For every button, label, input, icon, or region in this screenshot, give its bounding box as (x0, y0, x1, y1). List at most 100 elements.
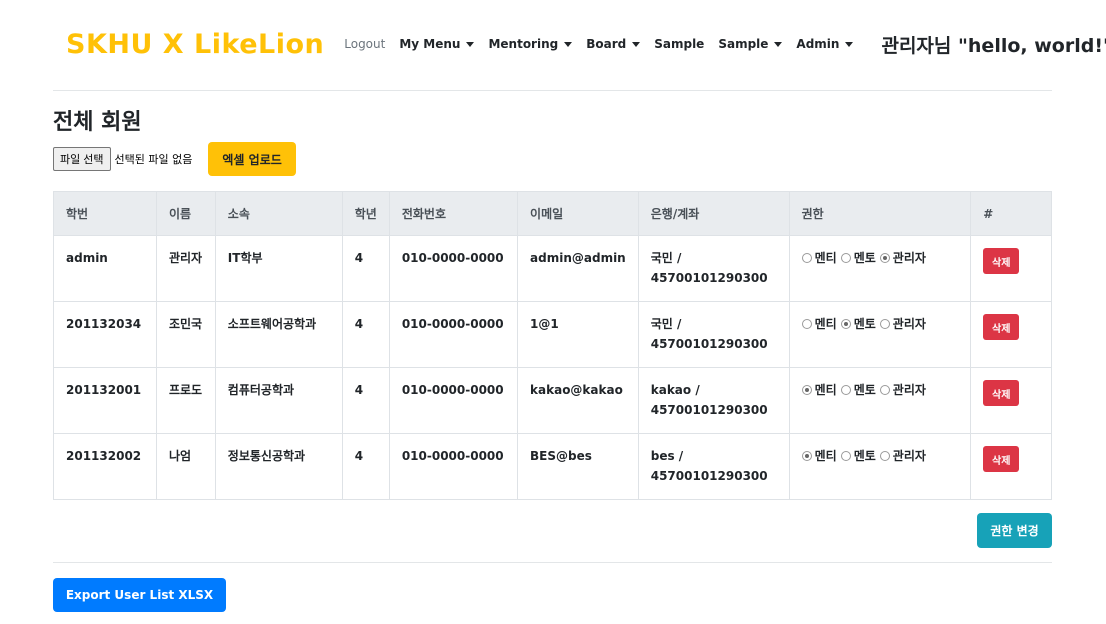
nav-admin-dropdown[interactable]: Admin (796, 37, 854, 51)
table-row: admin 관리자 IT학부 4 010-0000-0000 admin@admin 국민 … (53, 235, 1052, 302)
cell-grade: 4 (341, 301, 390, 368)
cell-actions: 삭제 (970, 367, 1052, 434)
table-row: 201132002 나엄 정보통신공학과 4 010-0000-0000 BES@bes b… (53, 433, 1052, 500)
cell-department: 소프트웨어공학과 (214, 301, 343, 368)
nav-board-dropdown[interactable]: Board (586, 37, 641, 51)
cell-bank-account: bes / 45700101290300 (637, 433, 790, 500)
account-number: 45700101290300 (650, 337, 768, 351)
radio-button[interactable] (879, 253, 890, 263)
delete-button[interactable]: 삭제 (983, 380, 1020, 406)
table-header-row: 학번 이름 소속 학년 전화번호 이메일 은행/계좌 권한 # (53, 191, 1052, 236)
cell-role: 멘티 멘토 관리자 (788, 367, 972, 434)
role-radio-group: 멘티 멘토 관리자 (801, 248, 959, 268)
page-title: 전체 회원 (53, 110, 142, 135)
role-option-mentor[interactable]: 멘토 (840, 446, 876, 466)
nav-mentoring-dropdown[interactable]: Mentoring (488, 37, 573, 51)
delete-button[interactable]: 삭제 (983, 446, 1020, 472)
export-xlsx-button[interactable]: Export User List XLSX (53, 578, 226, 612)
delete-button[interactable]: 삭제 (983, 314, 1020, 340)
radio-label: 멘토 (853, 317, 876, 331)
radio-button[interactable] (840, 451, 851, 461)
cell-grade: 4 (341, 235, 390, 302)
cell-name: 프로도 (155, 367, 216, 434)
brand-logo[interactable]: SKHU X LikeLion (66, 29, 324, 60)
nav-board-label: Board (586, 37, 627, 51)
navbar: SKHU X LikeLion Logout My Menu Mentoring… (66, 22, 1106, 66)
radio-button[interactable] (840, 253, 851, 263)
radio-button[interactable] (801, 385, 812, 395)
radio-button[interactable] (879, 385, 890, 395)
radio-button[interactable] (879, 319, 890, 329)
radio-button[interactable] (801, 253, 812, 263)
role-option-mentee[interactable]: 멘티 (801, 314, 837, 334)
cell-email: 1@1 (517, 301, 639, 368)
radio-button[interactable] (801, 319, 812, 329)
header-role: 권한 (788, 191, 972, 236)
nav-sample-link[interactable]: Sample (654, 37, 704, 51)
role-radio-group: 멘티 멘토 관리자 (801, 314, 959, 334)
cell-actions: 삭제 (970, 301, 1052, 368)
cell-name: 나엄 (155, 433, 216, 500)
cell-name: 조민국 (155, 301, 216, 368)
role-option-admin[interactable]: 관리자 (879, 446, 926, 466)
cell-bank-account: 국민 / 45700101290300 (637, 301, 790, 368)
radio-button[interactable] (840, 385, 851, 395)
nav-sample-dropdown[interactable]: Sample (718, 37, 783, 51)
nav-logout-link[interactable]: Logout (344, 37, 385, 51)
header-department: 소속 (214, 191, 343, 236)
users-table: 학번 이름 소속 학년 전화번호 이메일 은행/계좌 권한 # admin 관리자… (53, 191, 1052, 500)
cell-actions: 삭제 (970, 235, 1052, 302)
radio-label: 멘토 (853, 251, 876, 265)
cell-student-id: 201132002 (53, 433, 157, 500)
role-radio-group: 멘티 멘토 관리자 (801, 380, 959, 400)
radio-button[interactable] (801, 451, 812, 461)
nav-sample-label: Sample (718, 37, 769, 51)
cell-phone: 010-0000-0000 (388, 433, 519, 500)
excel-upload-button[interactable]: 엑셀 업로드 (208, 142, 296, 176)
table-row: 201132001 프로도 컴퓨터공학과 4 010-0000-0000 kakao@ka… (53, 367, 1052, 434)
radio-button[interactable] (879, 451, 890, 461)
header-phone: 전화번호 (388, 191, 519, 236)
cell-email: kakao@kakao (517, 367, 639, 434)
nav-my-menu-dropdown[interactable]: My Menu (399, 37, 475, 51)
cell-phone: 010-0000-0000 (388, 367, 519, 434)
header-bank-account: 은행/계좌 (637, 191, 790, 236)
bank-name: 국민 / (650, 317, 682, 331)
radio-label: 관리자 (892, 383, 926, 397)
radio-label: 멘토 (853, 383, 876, 397)
role-option-mentee[interactable]: 멘티 (801, 446, 837, 466)
account-number: 45700101290300 (650, 469, 768, 483)
footer-divider (53, 562, 1052, 563)
file-status-text: 선택된 파일 없음 (114, 153, 193, 166)
table-row: 201132034 조민국 소프트웨어공학과 4 010-0000-0000 1@1 국민 … (53, 301, 1052, 368)
role-option-mentor[interactable]: 멘토 (840, 314, 876, 334)
cell-email: admin@admin (517, 235, 639, 302)
cell-bank-account: 국민 / 45700101290300 (637, 235, 790, 302)
role-option-admin[interactable]: 관리자 (879, 380, 926, 400)
caret-down-icon (632, 41, 641, 47)
radio-label: 멘티 (814, 449, 837, 463)
bank-name: bes / (650, 449, 684, 463)
role-option-mentee[interactable]: 멘티 (801, 380, 837, 400)
cell-name: 관리자 (155, 235, 216, 302)
caret-down-icon (564, 41, 573, 47)
radio-label: 멘티 (814, 251, 837, 265)
role-option-admin[interactable]: 관리자 (879, 314, 926, 334)
role-option-mentee[interactable]: 멘티 (801, 248, 837, 268)
role-option-mentor[interactable]: 멘토 (840, 380, 876, 400)
header-email: 이메일 (517, 191, 639, 236)
cell-student-id: admin (53, 235, 157, 302)
role-option-mentor[interactable]: 멘토 (840, 248, 876, 268)
nav-my-menu-label: My Menu (399, 37, 461, 51)
bank-name: 국민 / (650, 251, 682, 265)
change-role-button[interactable]: 권한 변경 (977, 513, 1052, 548)
file-select-button[interactable]: 파일 선택 (53, 147, 111, 171)
header-student-id: 학번 (53, 191, 157, 236)
radio-label: 멘티 (814, 317, 837, 331)
radio-button[interactable] (840, 319, 851, 329)
role-option-admin[interactable]: 관리자 (879, 248, 926, 268)
caret-down-icon (466, 41, 475, 47)
delete-button[interactable]: 삭제 (983, 248, 1020, 274)
cell-department: 컴퓨터공학과 (214, 367, 343, 434)
cell-phone: 010-0000-0000 (388, 301, 519, 368)
